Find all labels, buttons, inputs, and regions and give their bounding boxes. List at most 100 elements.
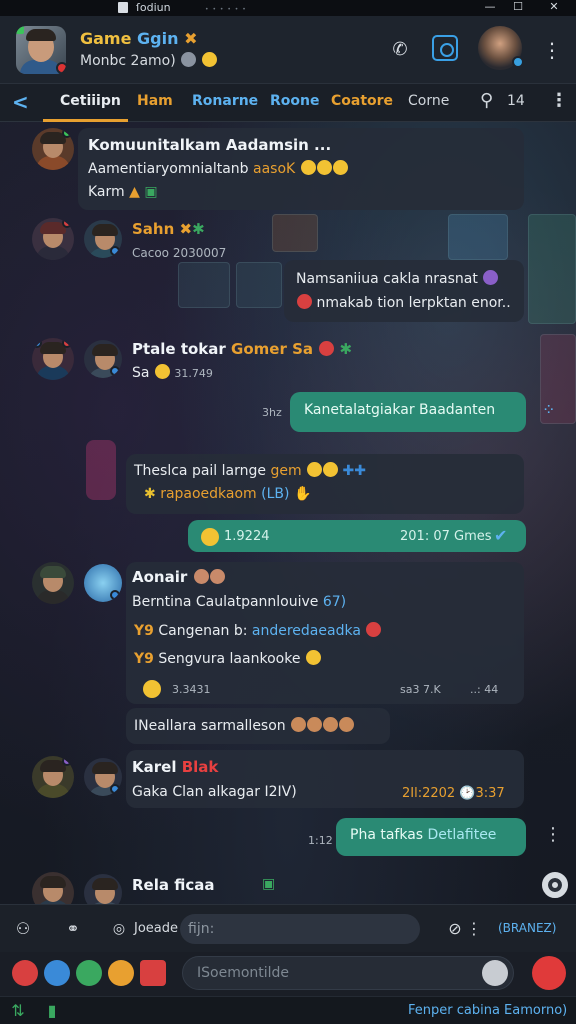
fire-icon: ▲ [129,184,140,200]
tab-ronarne[interactable]: Ronarne [192,93,258,109]
avatar[interactable] [32,872,74,904]
message-text: Y9 Sengvura laankooke [134,650,321,667]
message-time: 1:12 [308,834,333,847]
tab-corne[interactable]: Corne [408,93,449,109]
message-text: nmakab tion lerpktan enor.. [296,294,511,311]
avatar[interactable] [32,218,74,260]
title-dots: • • • • • • [205,6,247,13]
message-text-prefix: Y9 [134,651,154,667]
status-bar: ⇅ ▮ Fenper cabina Eamorno) [0,996,576,1024]
send-button[interactable] [532,956,566,990]
emoji-icon [300,160,316,175]
message-text-part: Pha tafkas [350,827,424,843]
message-composer: ISoemontilde [0,952,576,996]
online-indicator [16,26,24,34]
search-count: 14 [507,93,525,109]
window-title-bar: ſodiun • • • • • • — ☐ ✕ [0,0,576,16]
more-vertical-icon[interactable]: ⋮ [544,824,562,845]
group-avatar[interactable] [16,26,66,74]
emoji-icon [307,462,323,477]
avatar[interactable] [32,128,74,170]
signal-icon: ▮ [47,1001,57,1020]
tabs-more-icon[interactable]: ⋮ [550,90,568,111]
message-time: 3hz [262,406,282,419]
gift-icon: ▣ [144,184,158,200]
tab-cetiiipn[interactable]: Cetiiipn [60,93,121,109]
message-sender: Sahn ✖✱ [132,220,205,238]
clock-icon[interactable]: ◎ [106,916,132,942]
window-title: ſodiun [136,1,171,14]
media-app-icon[interactable] [44,960,70,986]
composer-link[interactable]: (BRANEZ) [498,921,556,935]
message-text: Berntina Caulatpannlouive 67) [132,594,346,610]
more-vertical-icon[interactable]: ⋮ [466,916,482,942]
message-sender-name: Aonair [132,568,188,586]
chat-header: Game Ggin ✖ Monbc 2amo) ✆ ⋮ [0,16,576,84]
message-text: Aamentiaryomnialtanb aasoK [88,160,348,177]
sticker-icon[interactable]: ⊘ [442,916,468,942]
message-list[interactable]: Komuunitalkam Aadamsin ... Aamentiaryomn… [0,122,576,904]
back-arrow-icon[interactable]: < [12,90,29,114]
network-icon: ⇅ [11,1001,25,1020]
message-text-highlight: anderedaeadka [251,623,361,639]
message-input[interactable]: ISoemontilde [182,956,514,990]
search-icon[interactable]: ⚲ [480,90,493,111]
avatar[interactable] [32,562,74,604]
minimize-button[interactable]: — [476,0,504,16]
emoji-icon [297,294,312,309]
emoji-icon [483,270,499,285]
message-text-part: Cangenan b: [158,623,248,639]
emoji-icon [323,462,339,477]
message-text-part: INeallara sarmalleson [134,718,286,734]
avatar[interactable] [84,340,122,378]
composer-label: Joeade [134,921,179,936]
tab-bar: < Cetiiipn Ham Ronarne Roone Coatore Cor… [0,84,576,122]
more-vertical-icon[interactable]: ⋮ [538,36,566,64]
close-button[interactable]: ✕ [540,0,568,16]
gift-app-icon[interactable] [140,960,166,986]
tab-roone[interactable]: Roone [270,93,319,109]
avatar[interactable] [84,758,122,796]
emoji-icon [307,717,323,732]
active-tab-indicator [43,119,128,122]
video-call-icon[interactable] [432,35,458,61]
music-app-icon[interactable] [12,960,38,986]
search-input[interactable]: fijn: [180,914,420,944]
avatar[interactable] [32,756,74,798]
chat-title[interactable]: Game Ggin ✖ [80,29,197,48]
message-time: 2Il:2202 🕑3:37 [402,786,505,801]
mention-icon[interactable]: ⚭ [60,916,86,942]
user-avatar[interactable] [478,26,524,70]
apps-icon[interactable]: ⚇ [10,916,36,942]
message-options-icon[interactable]: ⁘ [542,400,555,419]
game-app-icon[interactable] [76,960,102,986]
phone-icon[interactable]: ✆ [386,36,414,64]
maximize-button[interactable]: ☐ [504,0,532,16]
message-text-part: Aamentiaryomnialtanb [88,161,249,177]
avatar[interactable] [84,874,122,904]
message-text-prefix: Y9 [134,623,154,639]
scroll-down-button[interactable] [542,872,568,898]
message-time: sa3 7.K [400,683,441,696]
message-time: 1.9224 [224,529,270,544]
message-text: Karm ▲ ▣ [88,184,158,200]
chat-subtitle: Monbc 2amo) [80,52,217,69]
message-sub: Sa [132,365,150,381]
message-text-part: Berntina Caulatpannlouive [132,594,319,610]
emoji-icon [143,680,161,698]
emoji-picker-icon[interactable] [482,960,508,986]
message-text: Y9 Cangenan b: anderedaeadka [134,622,382,639]
composer-toolbar: ⚇ ⚭ ◎ Joeade fijn: ⊘ ⋮ (BRANEZ) [0,904,576,952]
tab-ham[interactable]: Ham [137,93,173,109]
avatar[interactable] [32,338,74,380]
avatar[interactable] [84,220,122,258]
message-sender-name: Ptale tokar [132,340,226,358]
avatar[interactable] [84,564,122,602]
emoji-icon [209,569,225,584]
emoji-icon [305,650,321,665]
message-meta: Sa 31.749 [132,364,213,381]
emoji-icon [291,717,307,732]
message-sender: Karel Blak [132,758,218,776]
emoji-app-icon[interactable] [108,960,134,986]
tab-coatore[interactable]: Coatore [331,93,393,109]
